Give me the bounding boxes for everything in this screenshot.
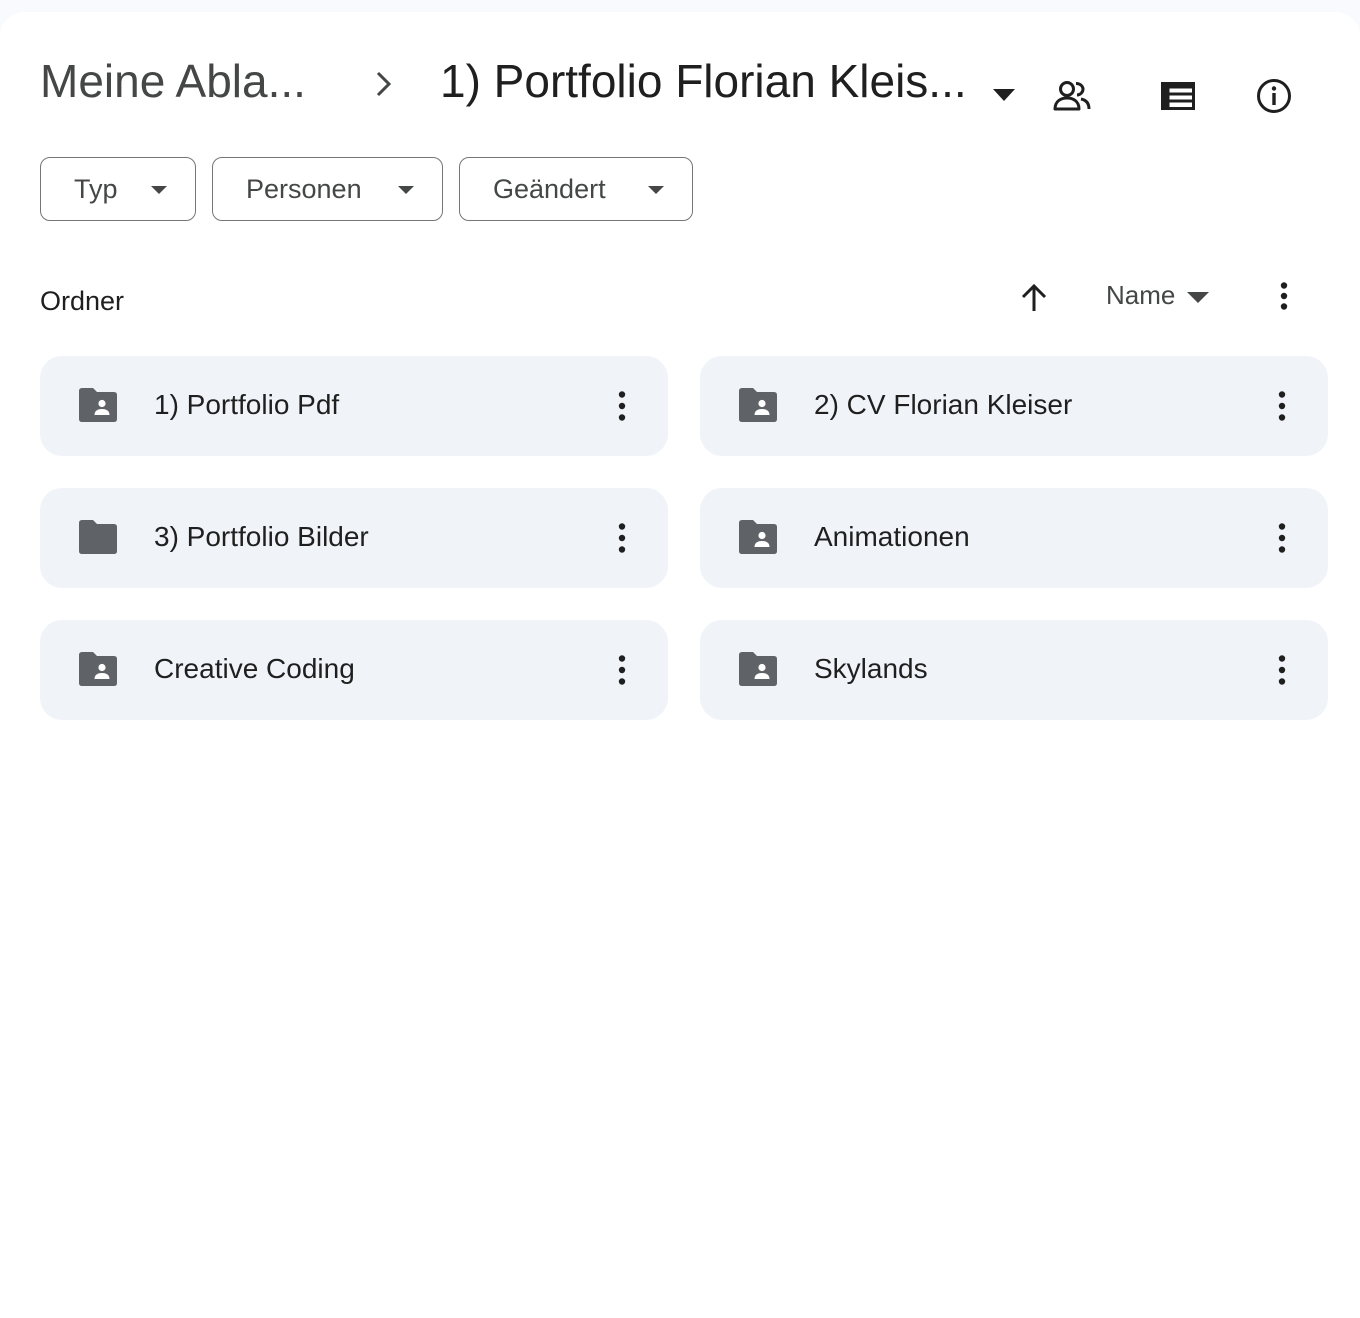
folder-card[interactable]: Creative Coding [40, 620, 668, 720]
filter-modified-label: Geändert [493, 173, 606, 204]
caret-down-icon [151, 186, 167, 194]
shared-folder-icon [739, 388, 777, 422]
more-vert-icon[interactable] [1260, 516, 1304, 560]
folder-name: Animationen [814, 521, 970, 552]
folder-name: 3) Portfolio Bilder [154, 521, 369, 552]
filter-type-chip[interactable]: Typ [40, 157, 196, 221]
shared-folder-icon [79, 388, 117, 422]
folder-card[interactable]: 2) CV Florian Kleiser [700, 356, 1328, 456]
more-vert-icon[interactable] [1260, 384, 1304, 428]
caret-down-icon [1187, 291, 1210, 303]
more-vert-icon[interactable] [600, 648, 644, 692]
sort-field-button[interactable]: Name [1106, 280, 1210, 311]
breadcrumb-root[interactable]: Meine Abla... [40, 54, 306, 108]
more-vert-icon[interactable] [1260, 648, 1304, 692]
filter-modified-chip[interactable]: Geändert [459, 157, 693, 221]
caret-down-icon [398, 186, 414, 194]
shared-folder-icon [79, 652, 117, 686]
folder-card[interactable]: Animationen [700, 488, 1328, 588]
section-title: Ordner [40, 286, 125, 316]
drive-surface: Meine Abla... 1) Portfolio Florian Kleis… [0, 12, 1360, 1318]
info-icon[interactable] [1250, 72, 1298, 120]
people-icon[interactable] [1048, 72, 1096, 120]
folder-name: 2) CV Florian Kleiser [814, 389, 1073, 420]
list-view-icon[interactable] [1154, 72, 1202, 120]
filter-people-label: Personen [246, 173, 362, 204]
folder-icon [79, 520, 117, 554]
more-vert-icon[interactable] [600, 384, 644, 428]
folder-card[interactable]: Skylands [700, 620, 1328, 720]
folder-name: 1) Portfolio Pdf [154, 389, 340, 420]
header: Meine Abla... 1) Portfolio Florian Kleis… [0, 12, 1360, 157]
more-vert-icon[interactable] [600, 516, 644, 560]
folder-name: Creative Coding [154, 653, 355, 684]
sort-field-label: Name [1106, 280, 1176, 310]
arrow-up-icon[interactable] [1012, 276, 1056, 320]
shared-folder-icon [739, 652, 777, 686]
shared-folder-icon [739, 520, 777, 554]
filter-type-label: Typ [74, 173, 118, 204]
caret-down-icon[interactable] [990, 86, 1018, 104]
filter-people-chip[interactable]: Personen [212, 157, 443, 221]
folder-name: Skylands [814, 653, 928, 684]
caret-down-icon [648, 186, 664, 194]
breadcrumb-current[interactable]: 1) Portfolio Florian Kleis... [440, 54, 967, 108]
chevron-right-icon [376, 71, 392, 97]
folder-card[interactable]: 3) Portfolio Bilder [40, 488, 668, 588]
more-vert-icon[interactable] [1262, 274, 1306, 318]
folder-card[interactable]: 1) Portfolio Pdf [40, 356, 668, 456]
